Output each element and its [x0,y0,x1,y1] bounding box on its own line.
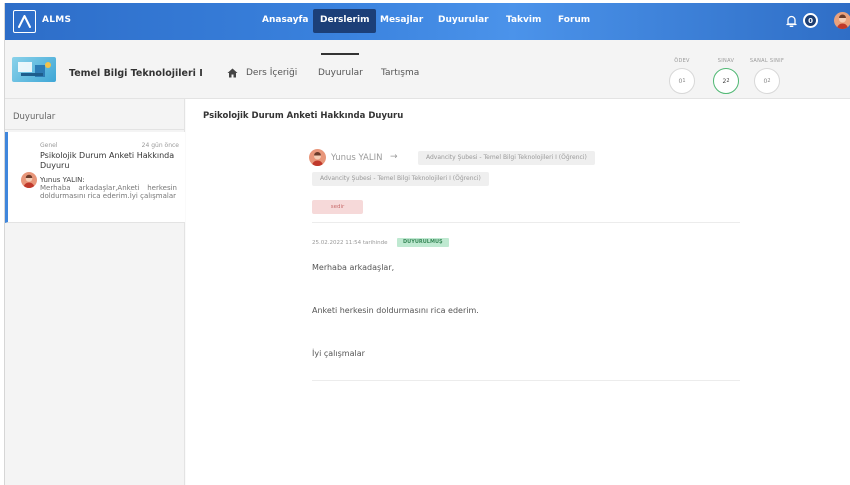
stat-odev-sub: 1 [682,78,686,84]
nav-duyurular[interactable]: Duyurular [438,15,489,25]
announcement-snippet: Merhaba arkadaşlar,Anketi herkesin doldu… [40,184,177,200]
stat-sinav[interactable]: SINAV 22 [711,58,741,94]
stat-sanal-sinif-label: SANAL SINIF [749,58,785,64]
page-title: Psikolojik Durum Anketi Hakkında Duyuru [203,111,404,121]
poster-avatar [309,149,326,166]
announcement-title: Psikolojik Durum Anketi Hakkında Duyuru [40,151,175,170]
course-thumbnail [12,57,56,82]
course-title: Temel Bilgi Teknolojileri I [69,68,203,79]
stat-sinav-circle: 22 [713,68,739,94]
home-icon[interactable] [227,68,238,78]
announcement-list-item[interactable]: Genel 24 gün önce Psikolojik Durum Anket… [5,132,185,223]
post-date: 25.02.2022 11:54 tarihinde [312,240,388,246]
tab-duyurular[interactable]: Duyurular [318,68,363,78]
bell-icon[interactable] [785,14,798,28]
recipient-chip: Advancity Şubesi - Temel Bilgi Teknoloji… [418,151,595,165]
announcement-detail: Psikolojik Durum Anketi Hakkında Duyuru … [186,99,850,485]
nav-anasayfa[interactable]: Anasayfa [262,15,308,25]
stat-odev-label: ÖDEV [674,58,690,64]
nav-takvim[interactable]: Takvim [506,15,541,25]
tab-ders-icerigi[interactable]: Ders İçeriği [246,68,297,78]
body-paragraph: İyi çalışmalar [312,349,365,358]
stat-odev-circle: 01 [669,68,695,94]
nav-derslerim[interactable]: Derslerim [313,9,377,33]
stat-sinav-sub: 2 [726,78,730,84]
notification-badge[interactable]: 0 [803,13,818,28]
announcements-sidebar: Duyurular Genel 24 gün önce Psikolojik D… [5,99,185,485]
red-tag-chip: sedir [312,200,363,214]
recipient-chip: Advancity Şubesi - Temel Bilgi Teknoloji… [312,172,489,186]
app-window: ALMS Anasayfa Derslerim Mesajlar Duyurul… [4,3,850,485]
stat-sanal-sinif[interactable]: SANAL SINIF 02 [745,58,789,94]
top-navbar: ALMS Anasayfa Derslerim Mesajlar Duyurul… [5,3,850,40]
stat-sinav-label: SINAV [717,58,735,64]
nav-mesajlar[interactable]: Mesajlar [380,15,423,25]
divider [312,222,740,223]
status-badge: DUYURULMUŞ [397,238,449,247]
author-avatar [21,172,37,188]
announcement-category: Genel [40,142,58,149]
stat-sanal-sinif-sub: 2 [767,78,771,84]
nav-forum[interactable]: Forum [558,15,590,25]
stat-odev[interactable]: ÖDEV 01 [667,58,697,94]
brand-name[interactable]: ALMS [42,15,71,25]
user-avatar[interactable] [834,12,850,29]
sidebar-title: Duyurular [5,99,184,130]
poster-name: Yunus YALIN [331,153,383,163]
announcement-author: Yunus YALIN: [40,176,85,184]
stat-sanal-sinif-circle: 02 [754,68,780,94]
tab-tartisma[interactable]: Tartışma [381,68,419,78]
divider [312,380,740,381]
course-header: Temel Bilgi Teknolojileri I Ders İçeriği… [5,40,850,99]
alms-logo-icon[interactable] [13,10,36,33]
body-paragraph: Merhaba arkadaşlar, [312,263,395,272]
arrow-right-icon: → [390,152,398,162]
body-paragraph: Anketi herkesin doldurmasını rica ederim… [312,306,479,315]
announcement-time: 24 gün önce [141,142,179,149]
active-tab-indicator [321,53,359,55]
